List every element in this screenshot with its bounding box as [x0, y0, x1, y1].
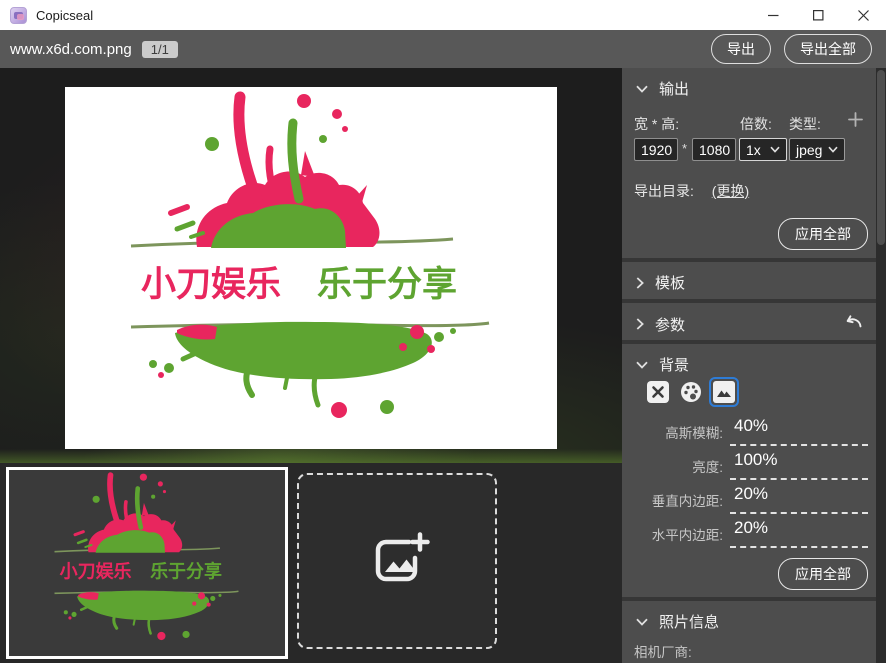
app-icon	[10, 7, 27, 24]
current-filename: www.x6d.com.png	[10, 41, 132, 58]
brightness-label: 亮度:	[622, 456, 723, 476]
photo-image	[65, 87, 557, 449]
filmstrip	[0, 463, 622, 663]
horizontal-padding-label: 水平内边距:	[622, 524, 723, 544]
add-image-tile[interactable]	[297, 473, 497, 649]
export-button[interactable]: 导出	[711, 34, 771, 64]
photo-info-section-title: 照片信息	[659, 611, 719, 632]
plus-icon	[848, 112, 863, 127]
export-all-button[interactable]: 导出全部	[784, 34, 872, 64]
thumbnail-logo	[9, 470, 285, 656]
format-value: jpeg	[796, 142, 822, 158]
chevron-down-icon	[636, 618, 648, 626]
type-label: 类型:	[789, 114, 821, 134]
field-underline	[730, 444, 868, 446]
chevron-down-icon	[636, 361, 648, 369]
close-button[interactable]	[841, 0, 886, 30]
field-underline	[730, 512, 868, 514]
export-dir-label: 导出目录:	[634, 183, 694, 199]
field-row: 高斯模糊: 40%	[622, 414, 868, 446]
palette-icon	[680, 381, 702, 403]
title-bar: Copicseal	[0, 0, 886, 30]
multiplier-value: 1x	[746, 142, 761, 158]
no-background-icon	[647, 381, 669, 403]
chevron-down-icon	[828, 146, 838, 153]
thumbnail-item-selected[interactable]	[6, 467, 288, 659]
maximize-button[interactable]	[796, 0, 841, 30]
section-background: 背景	[622, 344, 876, 597]
add-output-button[interactable]	[848, 112, 863, 130]
output-section-header[interactable]: 输出	[636, 78, 864, 99]
undo-icon	[843, 313, 864, 331]
background-section-title: 背景	[659, 354, 689, 375]
photo-info-section-header[interactable]: 照片信息	[636, 611, 864, 632]
page-counter-badge: 1/1	[142, 41, 178, 58]
width-input[interactable]	[634, 138, 678, 161]
height-input[interactable]	[692, 138, 736, 161]
size-label: 宽 * 高:	[634, 114, 679, 134]
bg-color-button[interactable]	[680, 381, 702, 403]
size-separator: *	[682, 141, 687, 156]
chevron-right-icon	[636, 277, 644, 289]
field-underline	[730, 478, 868, 480]
multiplier-select[interactable]: 1x	[739, 138, 787, 161]
field-row: 水平内边距: 20%	[622, 516, 868, 548]
section-photo-info: 照片信息 相机厂商:	[622, 601, 876, 663]
maximize-icon	[813, 10, 824, 21]
window-title: Copicseal	[36, 8, 93, 23]
preview-canvas	[0, 68, 622, 463]
apply-all-background-button[interactable]: 应用全部	[778, 558, 868, 590]
apply-all-output-button[interactable]: 应用全部	[778, 218, 868, 250]
minimize-button[interactable]	[751, 0, 796, 30]
chevron-down-icon	[770, 146, 780, 153]
app-window: 小刀娱乐 乐于分享 Copicseal	[0, 0, 886, 663]
bg-image-button[interactable]	[713, 381, 735, 403]
add-image-icon	[364, 529, 430, 593]
section-output: 输出 宽 * 高: 倍数: 类型: * 1x jpeg 导	[622, 68, 876, 258]
image-icon	[713, 381, 735, 403]
vertical-padding-input[interactable]: 20%	[734, 484, 768, 504]
params-section-header[interactable]: 参数	[636, 313, 864, 335]
settings-sidebar: 输出 宽 * 高: 倍数: 类型: * 1x jpeg 导	[622, 68, 876, 663]
field-row: 垂直内边距: 20%	[622, 482, 868, 514]
splatter-logo	[65, 87, 557, 449]
change-dir-link[interactable]: (更换)	[712, 183, 749, 199]
close-icon	[858, 10, 869, 21]
camera-maker-label: 相机厂商:	[634, 641, 692, 661]
background-section-header[interactable]: 背景	[636, 354, 864, 375]
horizontal-padding-input[interactable]: 20%	[734, 518, 768, 538]
vertical-padding-label: 垂直内边距:	[622, 490, 723, 510]
field-underline	[730, 546, 868, 548]
output-section-title: 输出	[659, 78, 689, 99]
params-section-title: 参数	[655, 314, 685, 335]
gaussian-blur-input[interactable]: 40%	[734, 416, 768, 436]
section-template: 模板	[622, 262, 876, 299]
toolbar: www.x6d.com.png 1/1 导出 导出全部	[0, 30, 886, 68]
chevron-down-icon	[636, 85, 648, 93]
template-section-header[interactable]: 模板	[636, 272, 864, 293]
sidebar-scrollbar[interactable]	[876, 68, 886, 663]
brightness-input[interactable]: 100%	[734, 450, 777, 470]
reset-params-button[interactable]	[843, 313, 864, 335]
format-select[interactable]: jpeg	[789, 138, 845, 161]
chevron-right-icon	[636, 318, 644, 330]
minimize-icon	[768, 10, 779, 21]
gaussian-blur-label: 高斯模糊:	[622, 422, 723, 442]
scrollbar-thumb[interactable]	[877, 70, 885, 245]
bg-none-button[interactable]	[647, 381, 669, 403]
section-params: 参数	[622, 303, 876, 340]
field-row: 亮度: 100%	[622, 448, 868, 480]
scale-label: 倍数:	[740, 114, 772, 134]
template-section-title: 模板	[655, 272, 685, 293]
